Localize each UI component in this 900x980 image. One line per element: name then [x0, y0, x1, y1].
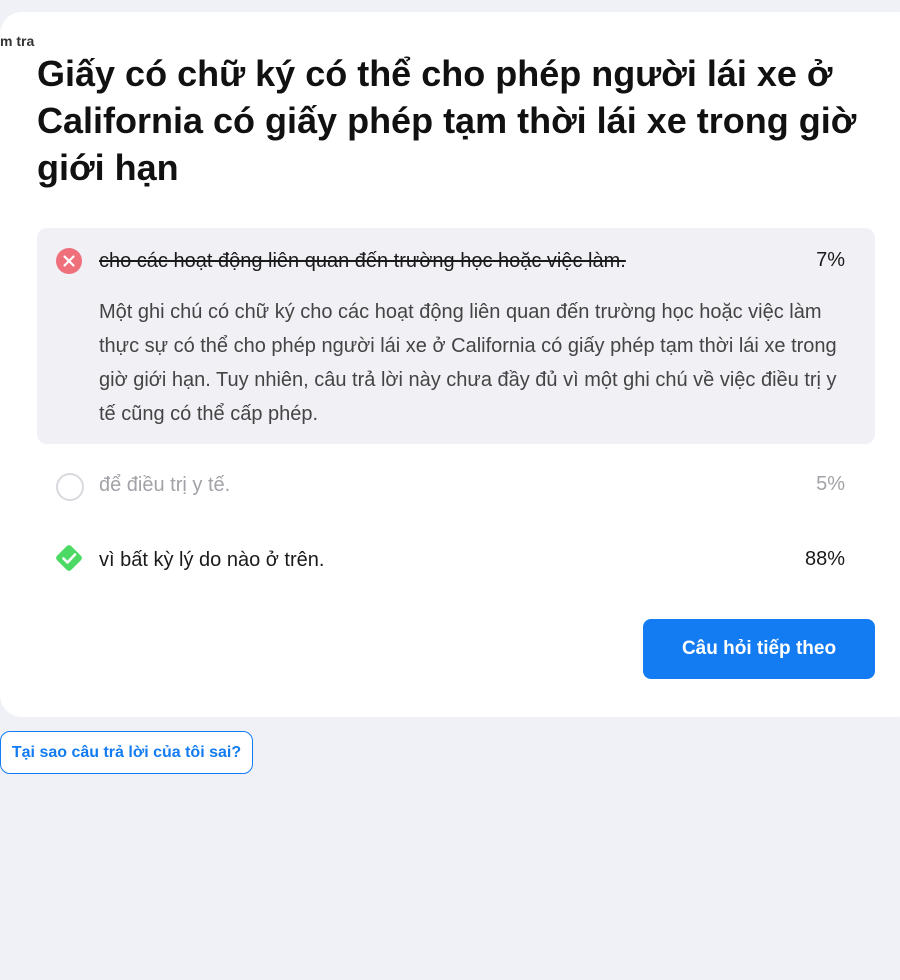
question-title: Giấy có chữ ký có thể cho phép người lái…: [37, 53, 857, 188]
answer-text: để điều trị y tế.: [99, 474, 231, 496]
answer-option-3[interactable]: vì bất kỳ lý do nào ở trên. 88%: [37, 535, 875, 585]
answer-text: cho các hoạt động liên quan đến trường h…: [99, 250, 626, 272]
answer-percent: 5%: [816, 473, 845, 495]
next-question-button[interactable]: Câu hỏi tiếp theo: [643, 619, 875, 679]
answer-explanation: Một ghi chú có chữ ký cho các hoạt động …: [99, 301, 837, 425]
breadcrumb: m tra: [0, 33, 35, 49]
answer-text: vì bất kỳ lý do nào ở trên.: [99, 549, 325, 571]
answer-percent: 88%: [804, 548, 845, 570]
answer-option-2[interactable]: để điều trị y tế. 5%: [37, 461, 875, 511]
why-wrong-button[interactable]: Tại sao câu trả lời của tôi sai?: [0, 731, 253, 774]
answer-percent: 7%: [816, 249, 845, 271]
answer-option-1[interactable]: cho các hoạt động liên quan đến trường h…: [37, 228, 875, 444]
x-circle-icon: [56, 248, 82, 274]
empty-circle-icon: [56, 473, 84, 501]
check-diamond-icon: [52, 541, 86, 575]
